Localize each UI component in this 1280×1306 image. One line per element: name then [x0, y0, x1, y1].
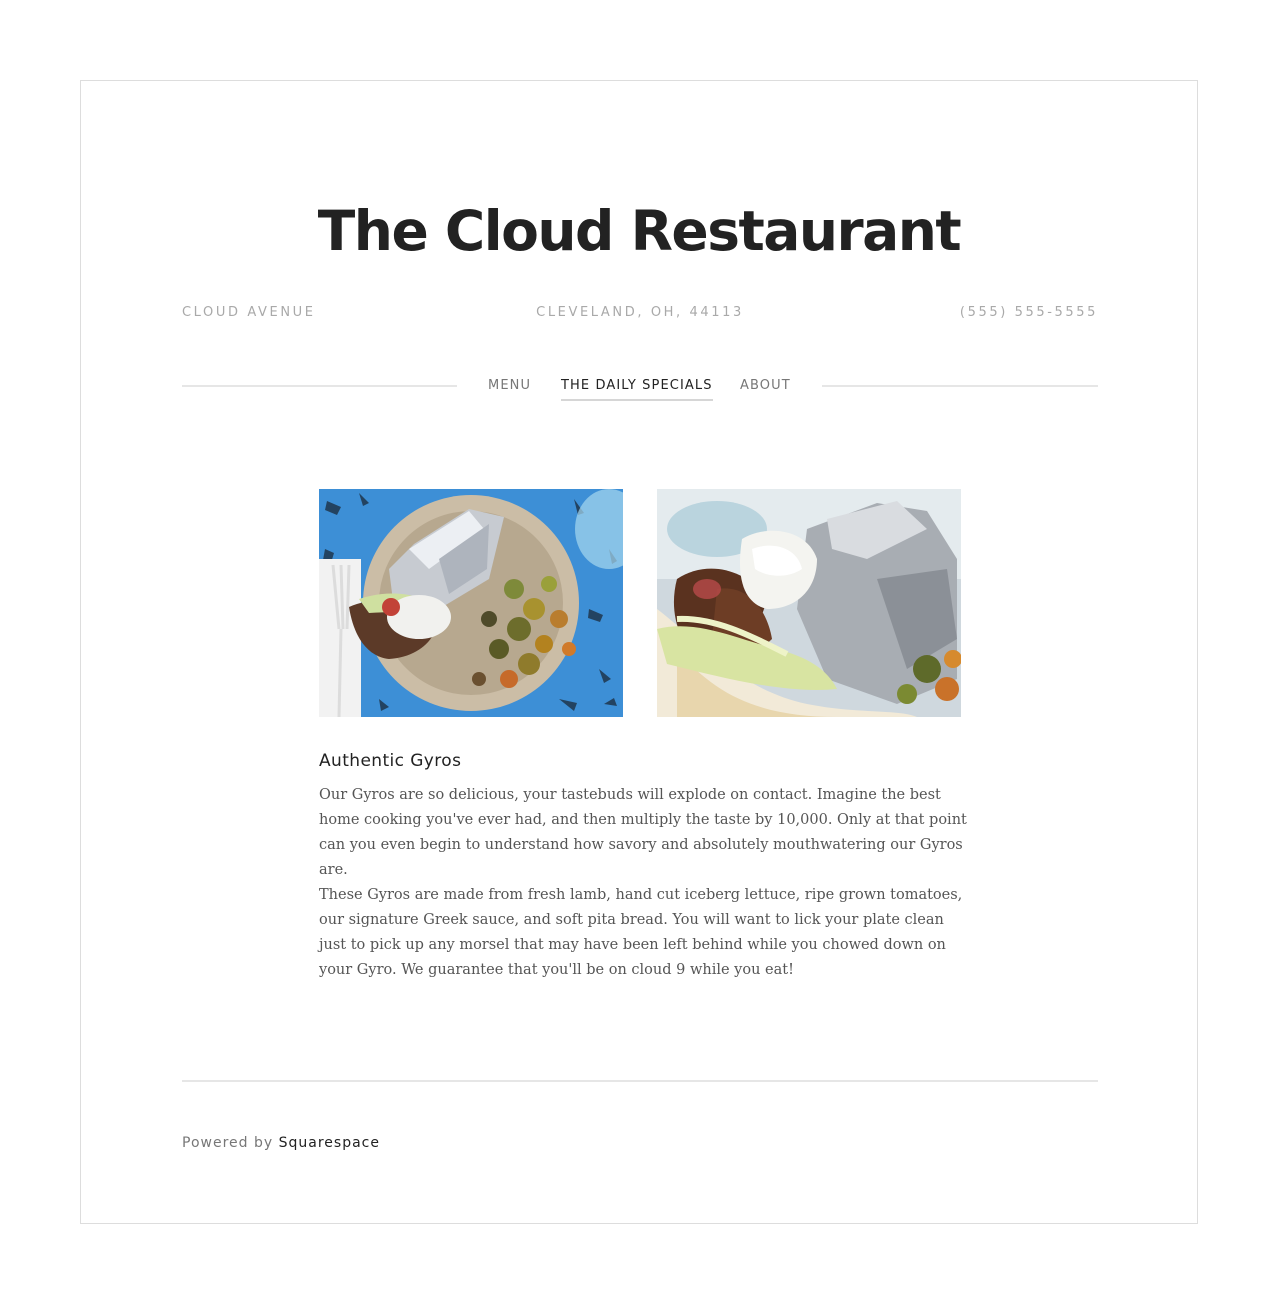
post-paragraph-2: These Gyros are made from fresh lamb, ha… [319, 887, 963, 978]
nav-divider-left [182, 385, 457, 387]
footer: Powered by Squarespace [182, 1135, 380, 1151]
page-frame: The Cloud Restaurant CLOUD AVENUE CLEVEL… [80, 80, 1198, 1224]
gyro-plate-photo[interactable] [319, 489, 623, 717]
gyro-plate-illustration [319, 489, 623, 717]
nav-item-daily-specials[interactable]: THE DAILY SPECIALS [561, 377, 713, 401]
nav-item-about[interactable]: ABOUT [740, 377, 791, 399]
post-title: Authentic Gyros [319, 751, 462, 771]
gyro-closeup-illustration [657, 489, 961, 717]
site-title[interactable]: The Cloud Restaurant [81, 199, 1197, 263]
city-text: CLEVELAND, OH, 44113 [536, 305, 744, 320]
footer-divider [182, 1080, 1098, 1082]
footer-prefix: Powered by [182, 1135, 274, 1151]
phone-text[interactable]: (555) 555-5555 [960, 305, 1098, 320]
gyro-closeup-photo[interactable] [657, 489, 961, 717]
address-text: CLOUD AVENUE [182, 305, 316, 320]
nav-item-menu[interactable]: MENU [488, 377, 531, 399]
site-info-bar: CLOUD AVENUE CLEVELAND, OH, 44113 (555) … [182, 305, 1098, 321]
nav-divider-right [822, 385, 1098, 387]
main-navigation: MENU THE DAILY SPECIALS ABOUT [182, 377, 1098, 403]
post-paragraph-1: Our Gyros are so delicious, your tastebu… [319, 787, 967, 878]
squarespace-link[interactable]: Squarespace [279, 1135, 380, 1151]
